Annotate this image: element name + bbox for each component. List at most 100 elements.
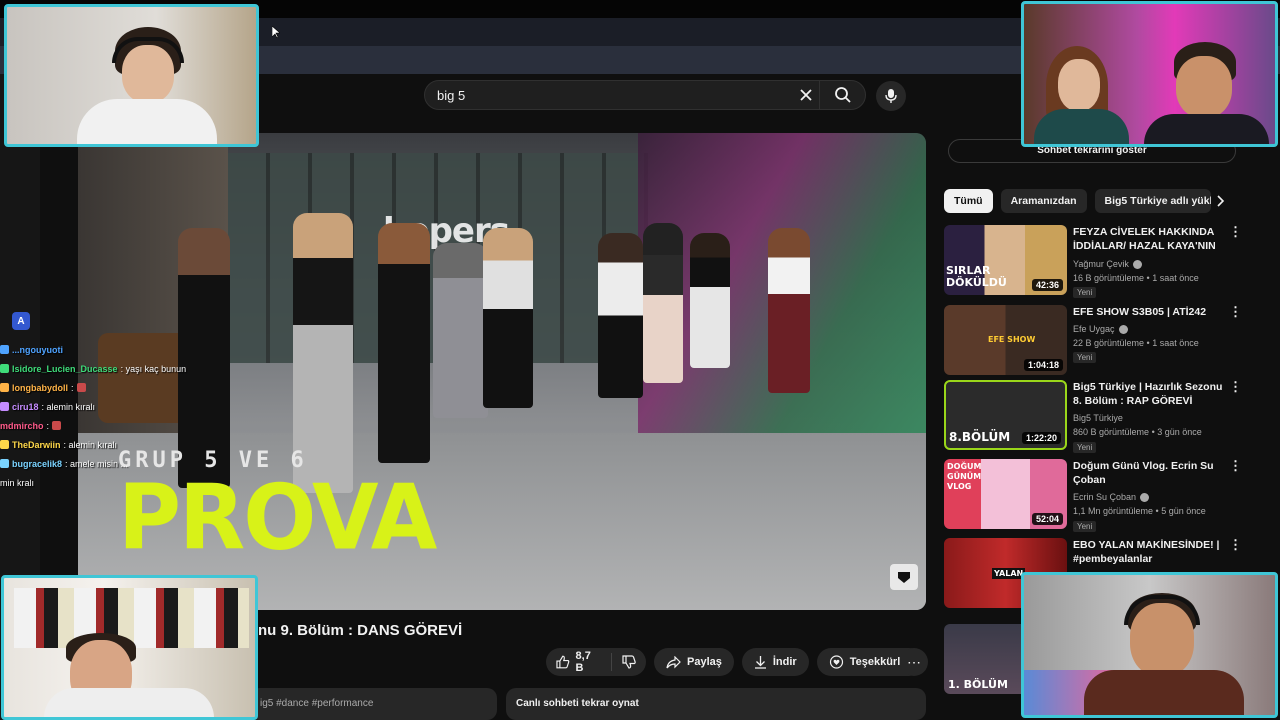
video-thumbnail[interactable]: 8.BÖLÜM 1:22:20 [944,380,1067,450]
search-button[interactable] [819,81,866,109]
share-label: Paylaş [687,656,722,668]
search-input[interactable] [437,88,777,103]
recommended-video[interactable]: SIRLAR DÖKÜLDÜ 42:36 FEYZA CİVELEK HAKKI… [944,225,1244,298]
video-meta: 860 B görüntüleme • 3 gün önce [1073,427,1202,437]
webcam-person-shirt [44,688,214,717]
chat-message: mdmircho: [0,416,200,435]
chat-text: min kralı [0,477,35,488]
stream-chat-overlay: ...ngouyuoti Isidore_Lucien_Ducasse: yaş… [0,340,200,492]
thumbnail-caption: DOĞUM GÜNÜM VLOG [947,462,982,491]
chevron-right-icon [1217,195,1225,207]
emote-icon [76,383,86,392]
filter-chips: Tümü Aramanızdan Big5 Türkiye adlı yükle… [944,189,1211,213]
chat-message: min kralı [0,473,200,492]
upload-age: 5 gün önce [1161,506,1206,516]
chat-user: bugracelik8 [12,458,63,469]
upload-age: 3 gün önce [1157,427,1202,437]
webcam-person-shirt [1144,114,1269,144]
video-meta: 16 B görüntüleme • 1 saat önce [1073,273,1199,283]
video-menu-icon[interactable]: ⋮ [1229,459,1242,472]
channel-label: Efe Uygaç [1073,324,1115,334]
verified-icon [1118,324,1128,334]
dancer-figure [643,223,683,383]
webcam-top-right [1021,1,1278,147]
clear-search-icon[interactable] [797,86,815,104]
new-badge: Yeni [1073,352,1097,363]
webcam-person-shirt [1034,109,1129,144]
verified-icon [1132,259,1142,269]
chat-text: : [71,382,74,393]
video-menu-icon[interactable]: ⋮ [1229,380,1242,393]
like-button[interactable]: 8,7 B [546,650,612,674]
video-menu-icon[interactable]: ⋮ [1229,538,1242,551]
chip-all[interactable]: Tümü [944,189,993,213]
stream-app-icon: A [12,312,30,330]
dancer-figure [483,228,533,408]
chip-from-search[interactable]: Aramanızdan [1000,189,1087,213]
share-button[interactable]: Paylaş [654,648,734,676]
chips-next-button[interactable] [1208,189,1232,213]
search-box[interactable] [424,80,866,110]
chat-message: ...ngouyuoti [0,340,200,359]
chat-text: : alemin kıralı [41,401,96,412]
video-duration: 1:22:20 [1021,432,1061,444]
webcam-bottom-right [1021,572,1278,718]
more-actions-button[interactable]: ⋯ [900,648,928,676]
chat-badge-icon [0,383,9,392]
description-box[interactable]: ig5 #dance #performance [250,688,497,720]
channel-label: Yağmur Çevik [1073,259,1129,269]
upload-age: 1 saat önce [1152,273,1199,283]
chat-badge-icon [0,402,9,411]
download-button[interactable]: İndir [741,648,809,676]
chat-user: TheDarwiin [12,439,61,450]
thumbnail-caption: SIRLAR DÖKÜLDÜ [946,264,1007,289]
emote-icon [52,421,62,430]
view-count: 22 B görüntüleme [1073,338,1145,348]
video-title: Doğum Günü Vlog. Ecrin Su Çoban [1073,460,1214,486]
chat-badge-icon [0,364,9,373]
chip-uploader[interactable]: Big5 Türkiye adlı yükleyic [1094,189,1211,213]
video-title: nu 9. Bölüm : DANS GÖREVİ [258,622,463,639]
chat-badge-icon [0,345,9,354]
thumbs-down-icon [622,655,636,669]
recommended-video[interactable]: 8.BÖLÜM 1:22:20 Big5 Türkiye | Hazırlık … [944,380,1244,453]
video-menu-icon[interactable]: ⋮ [1229,305,1242,318]
recommended-video[interactable]: DOĞUM GÜNÜM VLOG 52:04 Doğum Günü Vlog. … [944,459,1244,532]
chat-user: Isidore_Lucien_Ducasse [12,363,118,374]
channel-name: Yağmur Çevik [1073,259,1142,269]
webcam-person-face [1058,59,1100,111]
chat-message: ciru18: alemin kıralı [0,397,200,416]
video-player[interactable]: hopers GRUP 5 VE 6 PROVA [78,133,926,610]
new-badge: Yeni [1073,521,1097,532]
dislike-button[interactable] [612,655,646,669]
webcam-person-shirt [77,99,217,144]
video-thumbnail[interactable]: DOĞUM GÜNÜM VLOG 52:04 [944,459,1067,529]
chat-text: : alemin kıralı [63,439,118,450]
description-text: ig5 #dance #performance [260,698,374,709]
video-meta: 22 B görüntüleme • 1 saat önce [1073,338,1199,348]
video-thumbnail[interactable]: SIRLAR DÖKÜLDÜ 42:36 [944,225,1067,295]
channel-watermark-icon[interactable] [890,564,918,590]
webcam-person-shirt [1084,670,1244,715]
view-count: 1,1 Mn görüntüleme [1073,506,1154,516]
chat-message: bugracelik8: amele misin ... [0,454,200,473]
webcam-jersey-rack [14,588,249,648]
video-title: FEYZA CİVELEK HAKKINDA İDDİALAR/ HAZAL K… [1073,226,1216,255]
webcam-person-face [1176,56,1232,118]
chat-text: : yaşı kaç bunun [120,363,187,374]
chat-replay-bar[interactable]: Canlı sohbeti tekrar oynat [506,688,926,720]
channel-name: Big5 Türkiye [1073,413,1123,423]
video-duration: 42:36 [1031,279,1063,291]
download-label: İndir [772,656,797,668]
chat-badge-icon [0,440,9,449]
chat-user: mdmircho [0,420,44,431]
voice-search-button[interactable] [876,81,906,111]
channel-label: Ecrin Su Çoban [1073,492,1137,502]
like-count: 8,7 B [575,650,591,674]
search-icon [835,87,851,103]
video-thumbnail[interactable]: EFE SHOW 1:04:18 [944,305,1067,375]
video-menu-icon[interactable]: ⋮ [1229,225,1242,238]
video-duration: 1:04:18 [1023,359,1063,371]
recommended-video[interactable]: EFE SHOW 1:04:18 EFE SHOW S3B05 | ATİ242… [944,305,1244,377]
dancer-figure [598,233,643,398]
